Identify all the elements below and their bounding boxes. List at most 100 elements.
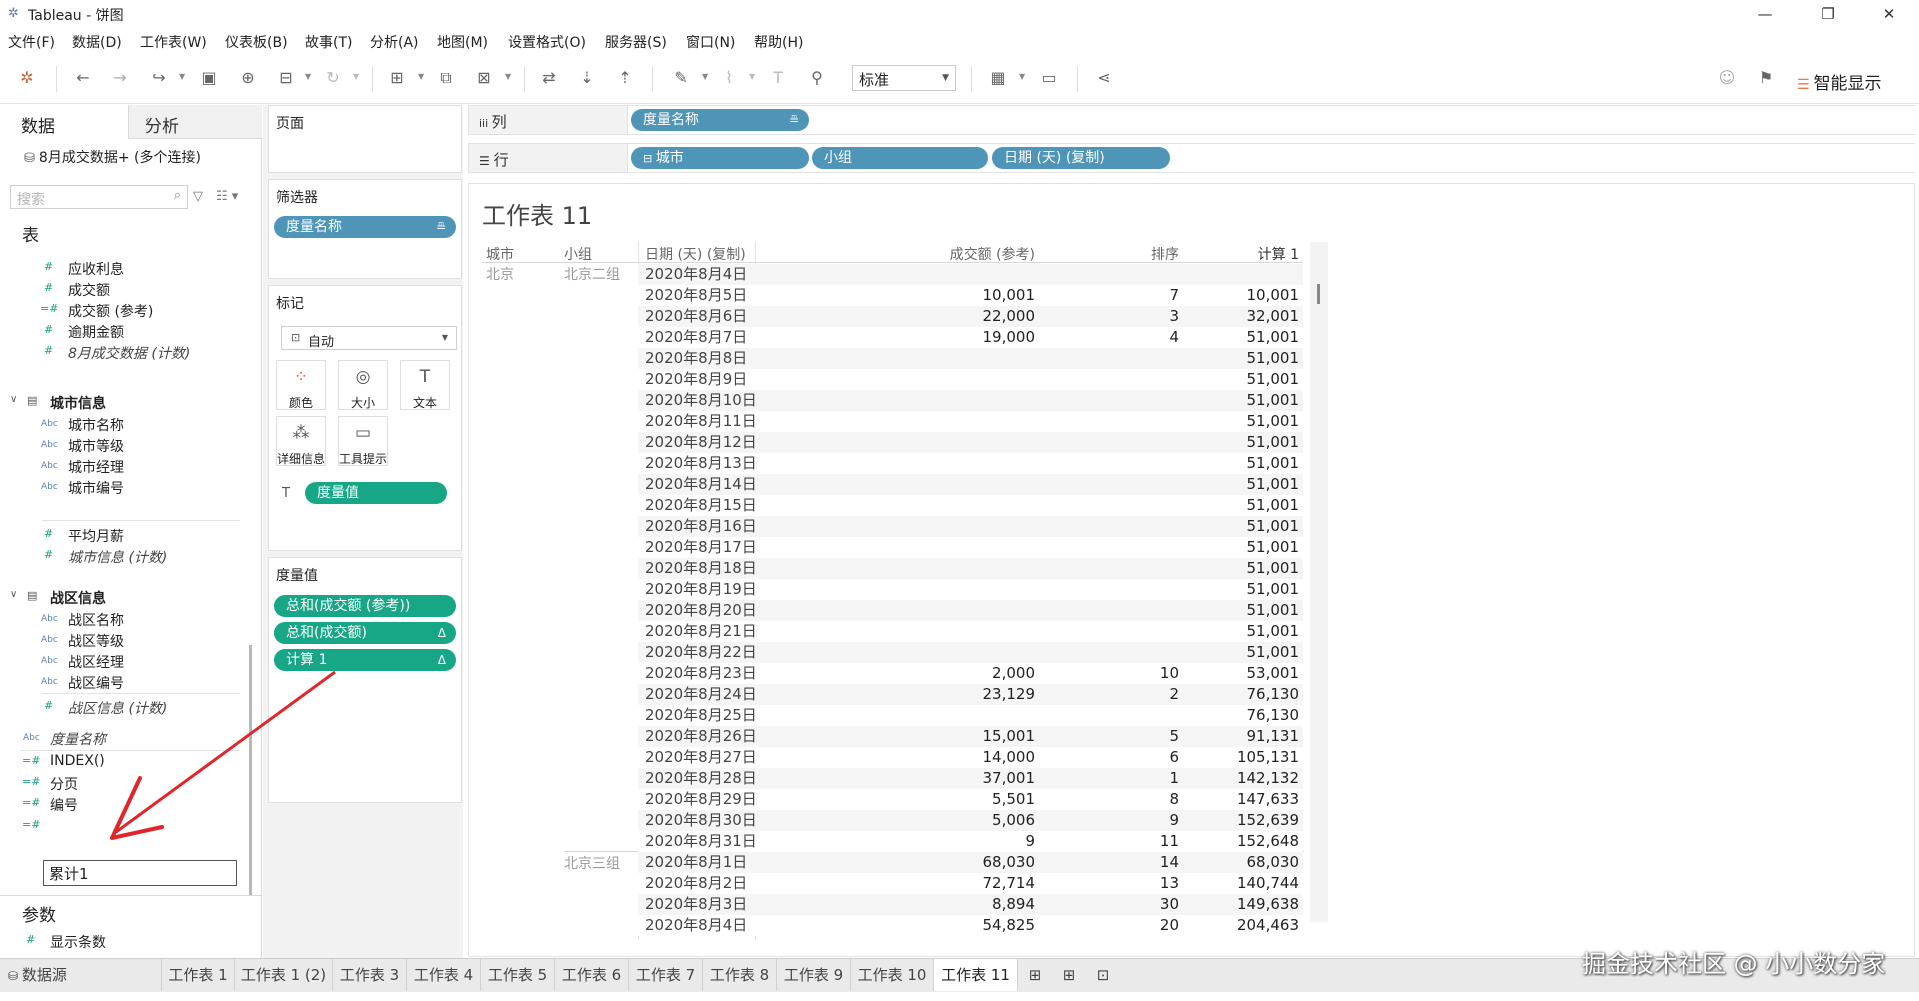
cell-date[interactable]: 2020年8月3日 [645, 894, 755, 915]
datasource-item[interactable]: ⛁ 8月成交数据+ (多个连接) [24, 147, 201, 167]
tableau-home-icon[interactable]: ✲ [16, 67, 38, 89]
share-icon[interactable]: ⋖ [1093, 67, 1115, 89]
cell-amount-ref[interactable]: 14,000 [845, 747, 1036, 768]
cell-amount-ref[interactable] [845, 411, 1035, 432]
cell-amount-ref[interactable]: 19,000 [845, 327, 1036, 348]
refresh-icon[interactable]: ↻ [322, 67, 344, 89]
cell-amount-ref[interactable] [845, 453, 1035, 474]
measure-value-pill[interactable]: 总和(成交额) Δ [274, 622, 456, 644]
cell-date[interactable]: 2020年8月12日 [645, 432, 757, 453]
view-options-icon[interactable]: ☷ ▾ [216, 189, 238, 204]
cell-amount-ref[interactable]: 9 [845, 831, 1035, 852]
menu-format[interactable]: 设置格式(O) [508, 32, 586, 52]
cell-rank[interactable]: 11 [1035, 831, 1179, 852]
cell-date[interactable]: 2020年8月23日 [645, 663, 757, 684]
cell-amount-ref[interactable] [845, 642, 1035, 663]
cell-amount-ref[interactable] [845, 621, 1035, 642]
cell-amount-ref[interactable]: 22,000 [845, 306, 1036, 327]
row-header-city[interactable]: 北京 [486, 264, 514, 284]
dropdown-caret-icon[interactable]: ▼ [1019, 72, 1025, 81]
cell-date[interactable]: 2020年8月31日 [645, 831, 757, 852]
size-button[interactable]: ◎ 大小 [338, 360, 388, 410]
cell-amount-ref[interactable]: 68,030 [845, 852, 1036, 873]
columns-pill[interactable]: 度量名称 ≞ [631, 109, 809, 131]
tab-data[interactable]: 数据 [0, 105, 128, 139]
cell-calc-1[interactable]: 53,001 [1179, 663, 1300, 684]
sheet-tab[interactable]: 工作表 3 [333, 959, 407, 991]
sheet-tab[interactable]: 工作表 10 [851, 959, 934, 991]
header-group[interactable]: 小组 [564, 244, 592, 264]
cell-calc-1[interactable]: 142,132 [1179, 768, 1299, 789]
cell-calc-1[interactable]: 105,131 [1179, 747, 1299, 768]
rows-shelf[interactable]: ☰ 行 ⊟ 城市 小组 日期 (天) (复制) [468, 143, 1915, 173]
cell-date[interactable]: 2020年8月14日 [645, 474, 757, 495]
cell-date[interactable]: 2020年8月19日 [645, 579, 757, 600]
cell-amount-ref[interactable]: 2,000 [845, 663, 1035, 684]
cell-calc-1[interactable]: 51,001 [1179, 642, 1300, 663]
rows-pill-group[interactable]: 小组 [812, 147, 988, 169]
cell-calc-1[interactable]: 152,648 [1179, 831, 1299, 852]
color-button[interactable]: ⁘ 颜色 [276, 360, 326, 410]
new-worksheet-tab-icon[interactable]: ⊞ [1018, 959, 1052, 991]
sheet-tab[interactable]: 工作表 5 [481, 959, 555, 991]
cell-date[interactable]: 2020年8月28日 [645, 768, 757, 789]
cell-rank[interactable] [1035, 369, 1179, 390]
cell-amount-ref[interactable]: 5,501 [845, 789, 1035, 810]
cell-amount-ref[interactable] [845, 348, 1035, 369]
show-cards-icon[interactable]: ▦ [987, 67, 1009, 89]
cell-amount-ref[interactable] [845, 558, 1035, 579]
header-amount-ref[interactable]: 成交额 (参考) [845, 244, 1035, 264]
cell-date[interactable]: 2020年8月27日 [645, 747, 757, 768]
text-button[interactable]: T 文本 [400, 360, 450, 410]
tooltip-pin-icon[interactable]: ⚑ [1755, 67, 1777, 89]
cell-date[interactable]: 2020年8月4日 [645, 915, 755, 936]
new-worksheet-icon[interactable]: ⊞ [386, 67, 408, 89]
columns-shelf[interactable]: iii 列 度量名称 ≞ [468, 105, 1915, 135]
cell-date[interactable]: 2020年8月18日 [645, 558, 757, 579]
smart-show-button[interactable]: ☰ 智能显示 [1797, 69, 1882, 94]
cell-amount-ref[interactable]: 54,825 [845, 915, 1036, 936]
cell-calc-1[interactable]: 68,030 [1179, 852, 1300, 873]
cell-date[interactable]: 2020年8月11日 [645, 411, 757, 432]
ask-data-icon[interactable]: ☺ [1716, 67, 1738, 89]
cell-date[interactable]: 2020年8月29日 [645, 789, 757, 810]
cell-rank[interactable]: 6 [1035, 747, 1179, 768]
presentation-mode-icon[interactable]: ▭ [1038, 67, 1060, 89]
cell-rank[interactable] [1035, 264, 1179, 285]
rows-pill-city[interactable]: ⊟ 城市 [631, 147, 809, 169]
view-scrollbar-thumb[interactable] [1317, 284, 1320, 304]
cell-date[interactable]: 2020年8月17日 [645, 537, 757, 558]
rows-pill-date[interactable]: 日期 (天) (复制) [992, 147, 1170, 169]
cell-calc-1[interactable]: 76,130 [1179, 684, 1300, 705]
cell-rank[interactable]: 1 [1035, 768, 1179, 789]
cell-rank[interactable]: 14 [1035, 852, 1179, 873]
cell-rank[interactable] [1035, 474, 1179, 495]
swap-icon[interactable]: ↪ [148, 67, 170, 89]
cell-calc-1[interactable]: 140,744 [1179, 873, 1299, 894]
sheet-tab[interactable]: 工作表 4 [407, 959, 481, 991]
menu-file[interactable]: 文件(F) [8, 32, 55, 52]
dropdown-caret-icon[interactable]: ▼ [749, 72, 755, 81]
rows-drop-area[interactable]: ⊟ 城市 小组 日期 (天) (复制) [627, 144, 1915, 172]
menu-dashboard[interactable]: 仪表板(B) [225, 32, 288, 52]
cell-rank[interactable]: 20 [1035, 915, 1179, 936]
cell-rank[interactable] [1035, 516, 1179, 537]
cell-calc-1[interactable]: 51,001 [1179, 411, 1300, 432]
cell-amount-ref[interactable] [845, 369, 1035, 390]
cell-calc-1[interactable] [1179, 264, 1299, 285]
cell-calc-1[interactable]: 147,633 [1179, 789, 1299, 810]
cell-calc-1[interactable]: 51,001 [1179, 390, 1300, 411]
cell-rank[interactable]: 8 [1035, 789, 1179, 810]
cell-date[interactable]: 2020年8月24日 [645, 684, 757, 705]
datasource-tab[interactable]: ⛁ 数据源 [0, 959, 162, 991]
cell-amount-ref[interactable] [845, 537, 1035, 558]
sort-ascending-icon[interactable]: ⇣ [576, 67, 598, 89]
header-city[interactable]: 城市 [486, 244, 514, 264]
sheet-tab-active[interactable]: 工作表 11 [934, 959, 1018, 991]
dropdown-caret-icon[interactable]: ▼ [702, 72, 708, 81]
cell-rank[interactable] [1035, 621, 1179, 642]
cell-calc-1[interactable]: 51,001 [1179, 348, 1300, 369]
new-story-tab-icon[interactable]: ⊡ [1086, 959, 1120, 991]
cell-date[interactable]: 2020年8月15日 [645, 495, 757, 516]
view-scrollbar-track[interactable] [1310, 242, 1328, 922]
